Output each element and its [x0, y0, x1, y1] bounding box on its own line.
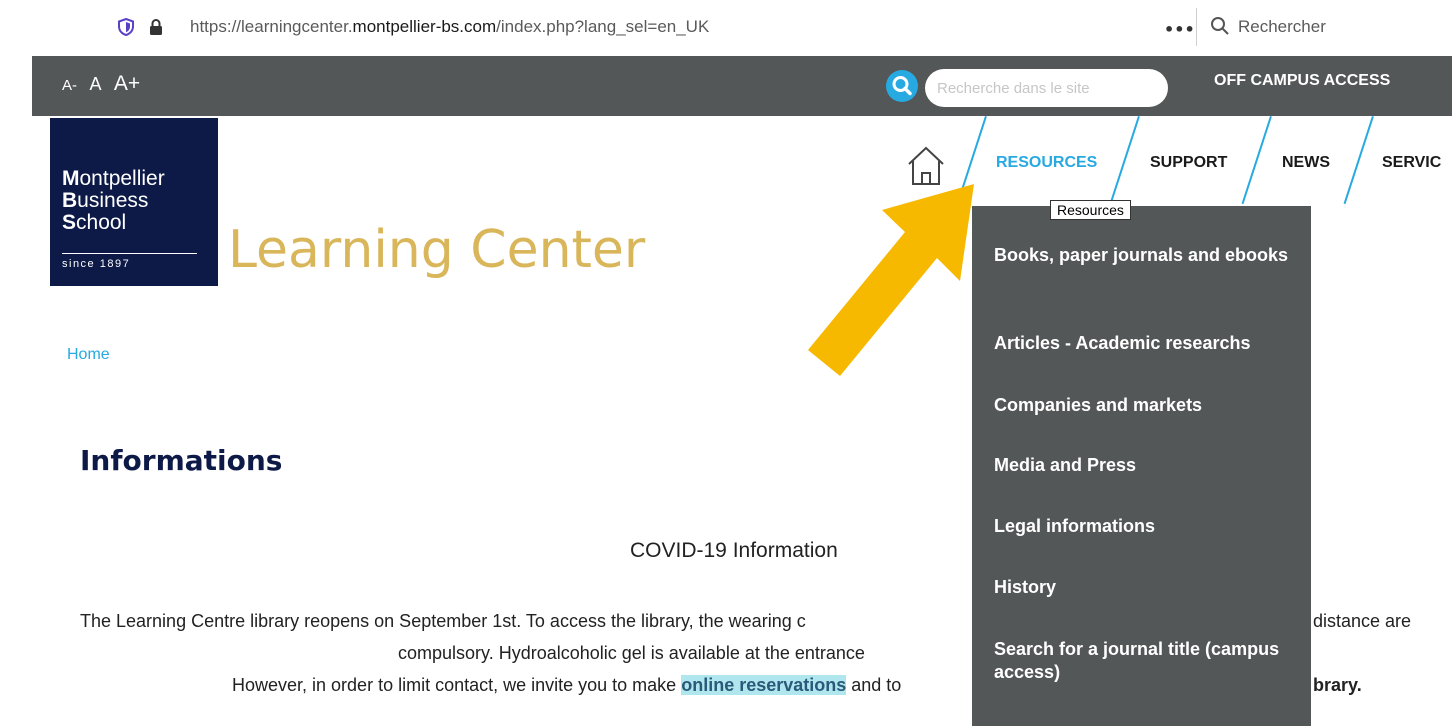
font-decrease-button[interactable]: A- — [62, 77, 77, 94]
url-domain: montpellier-bs.com — [352, 17, 497, 36]
url-prefix: https://learningcenter. — [190, 17, 353, 36]
resources-tooltip: Resources — [1050, 200, 1131, 220]
covid-heading: COVID-19 Information — [630, 539, 838, 562]
nav-news[interactable]: NEWS — [1282, 154, 1330, 172]
url-suffix: /index.php?lang_sel=en_UK — [496, 17, 710, 36]
covid-text-line-2: compulsory. Hydroalcoholic gel is availa… — [398, 643, 865, 663]
logo-rule — [62, 253, 197, 254]
nav-resources[interactable]: RESOURCES — [996, 154, 1097, 172]
browser-search-box[interactable]: Rechercher — [1204, 6, 1452, 48]
font-size-controls: A- A A+ — [62, 72, 148, 96]
annotation-arrow-icon — [808, 184, 974, 376]
url-text[interactable]: https://learningcenter.montpellier-bs.co… — [190, 17, 709, 37]
page-title: Informations — [80, 444, 283, 477]
nav-divider — [1109, 116, 1140, 205]
nav-support[interactable]: SUPPORT — [1150, 154, 1227, 172]
resources-dropdown-menu: Books, paper journals and ebooks Article… — [972, 206, 1311, 726]
covid-text-line-1b: distance are — [1313, 611, 1412, 631]
nav-services[interactable]: SERVIC — [1382, 154, 1441, 172]
lock-icon[interactable] — [148, 19, 164, 35]
menu-item-articles[interactable]: Articles - Academic researchs — [994, 332, 1294, 355]
covid-text-line-3a: However, in order to limit contact, we i… — [232, 675, 682, 695]
menu-item-legal[interactable]: Legal informations — [994, 515, 1294, 538]
site-top-bar: A- A A+ OFF CAMPUS ACCESS — [32, 56, 1452, 116]
search-icon — [1211, 17, 1229, 35]
logo-since: since 1897 — [62, 258, 131, 270]
menu-item-journal-search[interactable]: Search for a journal title (campus acces… — [994, 638, 1294, 684]
off-campus-access-link[interactable]: OFF CAMPUS ACCESS — [1214, 72, 1390, 90]
covid-text-line-3b: and to — [846, 675, 902, 695]
covid-text-line-3c: brary. — [1313, 675, 1362, 695]
tracking-protection-icon[interactable] — [118, 18, 134, 36]
font-increase-button[interactable]: A+ — [114, 72, 140, 96]
logo-line-3: School — [62, 211, 127, 234]
online-reservations-link[interactable]: online reservations — [681, 675, 847, 695]
search-icon — [892, 76, 912, 96]
menu-item-books[interactable]: Books, paper journals and ebooks — [994, 244, 1294, 267]
site-search-input[interactable] — [925, 69, 1168, 107]
site-title[interactable]: Learning Center — [228, 220, 645, 280]
nav-divider — [1241, 116, 1272, 205]
logo-line-1: Montpellier — [62, 167, 165, 190]
menu-item-companies[interactable]: Companies and markets — [994, 394, 1294, 417]
covid-text-line-1a: The Learning Centre library reopens on S… — [80, 611, 806, 631]
address-bar[interactable]: https://learningcenter.montpellier-bs.co… — [104, 6, 1270, 48]
browser-toolbar: https://learningcenter.montpellier-bs.co… — [0, 0, 1452, 56]
menu-item-history[interactable]: History — [994, 576, 1294, 599]
logo-line-2: Business — [62, 189, 149, 212]
site-search-button[interactable] — [886, 70, 918, 102]
mbs-logo[interactable]: Montpellier Business School since 1897 — [50, 118, 218, 286]
nav-divider — [1343, 116, 1374, 205]
font-normal-button[interactable]: A — [89, 74, 101, 95]
covid-text-line-3: However, in order to limit contact, we i… — [232, 675, 901, 696]
breadcrumb-home[interactable]: Home — [67, 346, 110, 364]
toolbar-divider — [1196, 8, 1197, 46]
menu-item-media[interactable]: Media and Press — [994, 454, 1294, 477]
more-actions-icon[interactable]: ••• — [1164, 20, 1195, 39]
browser-search-placeholder: Rechercher — [1238, 17, 1326, 36]
